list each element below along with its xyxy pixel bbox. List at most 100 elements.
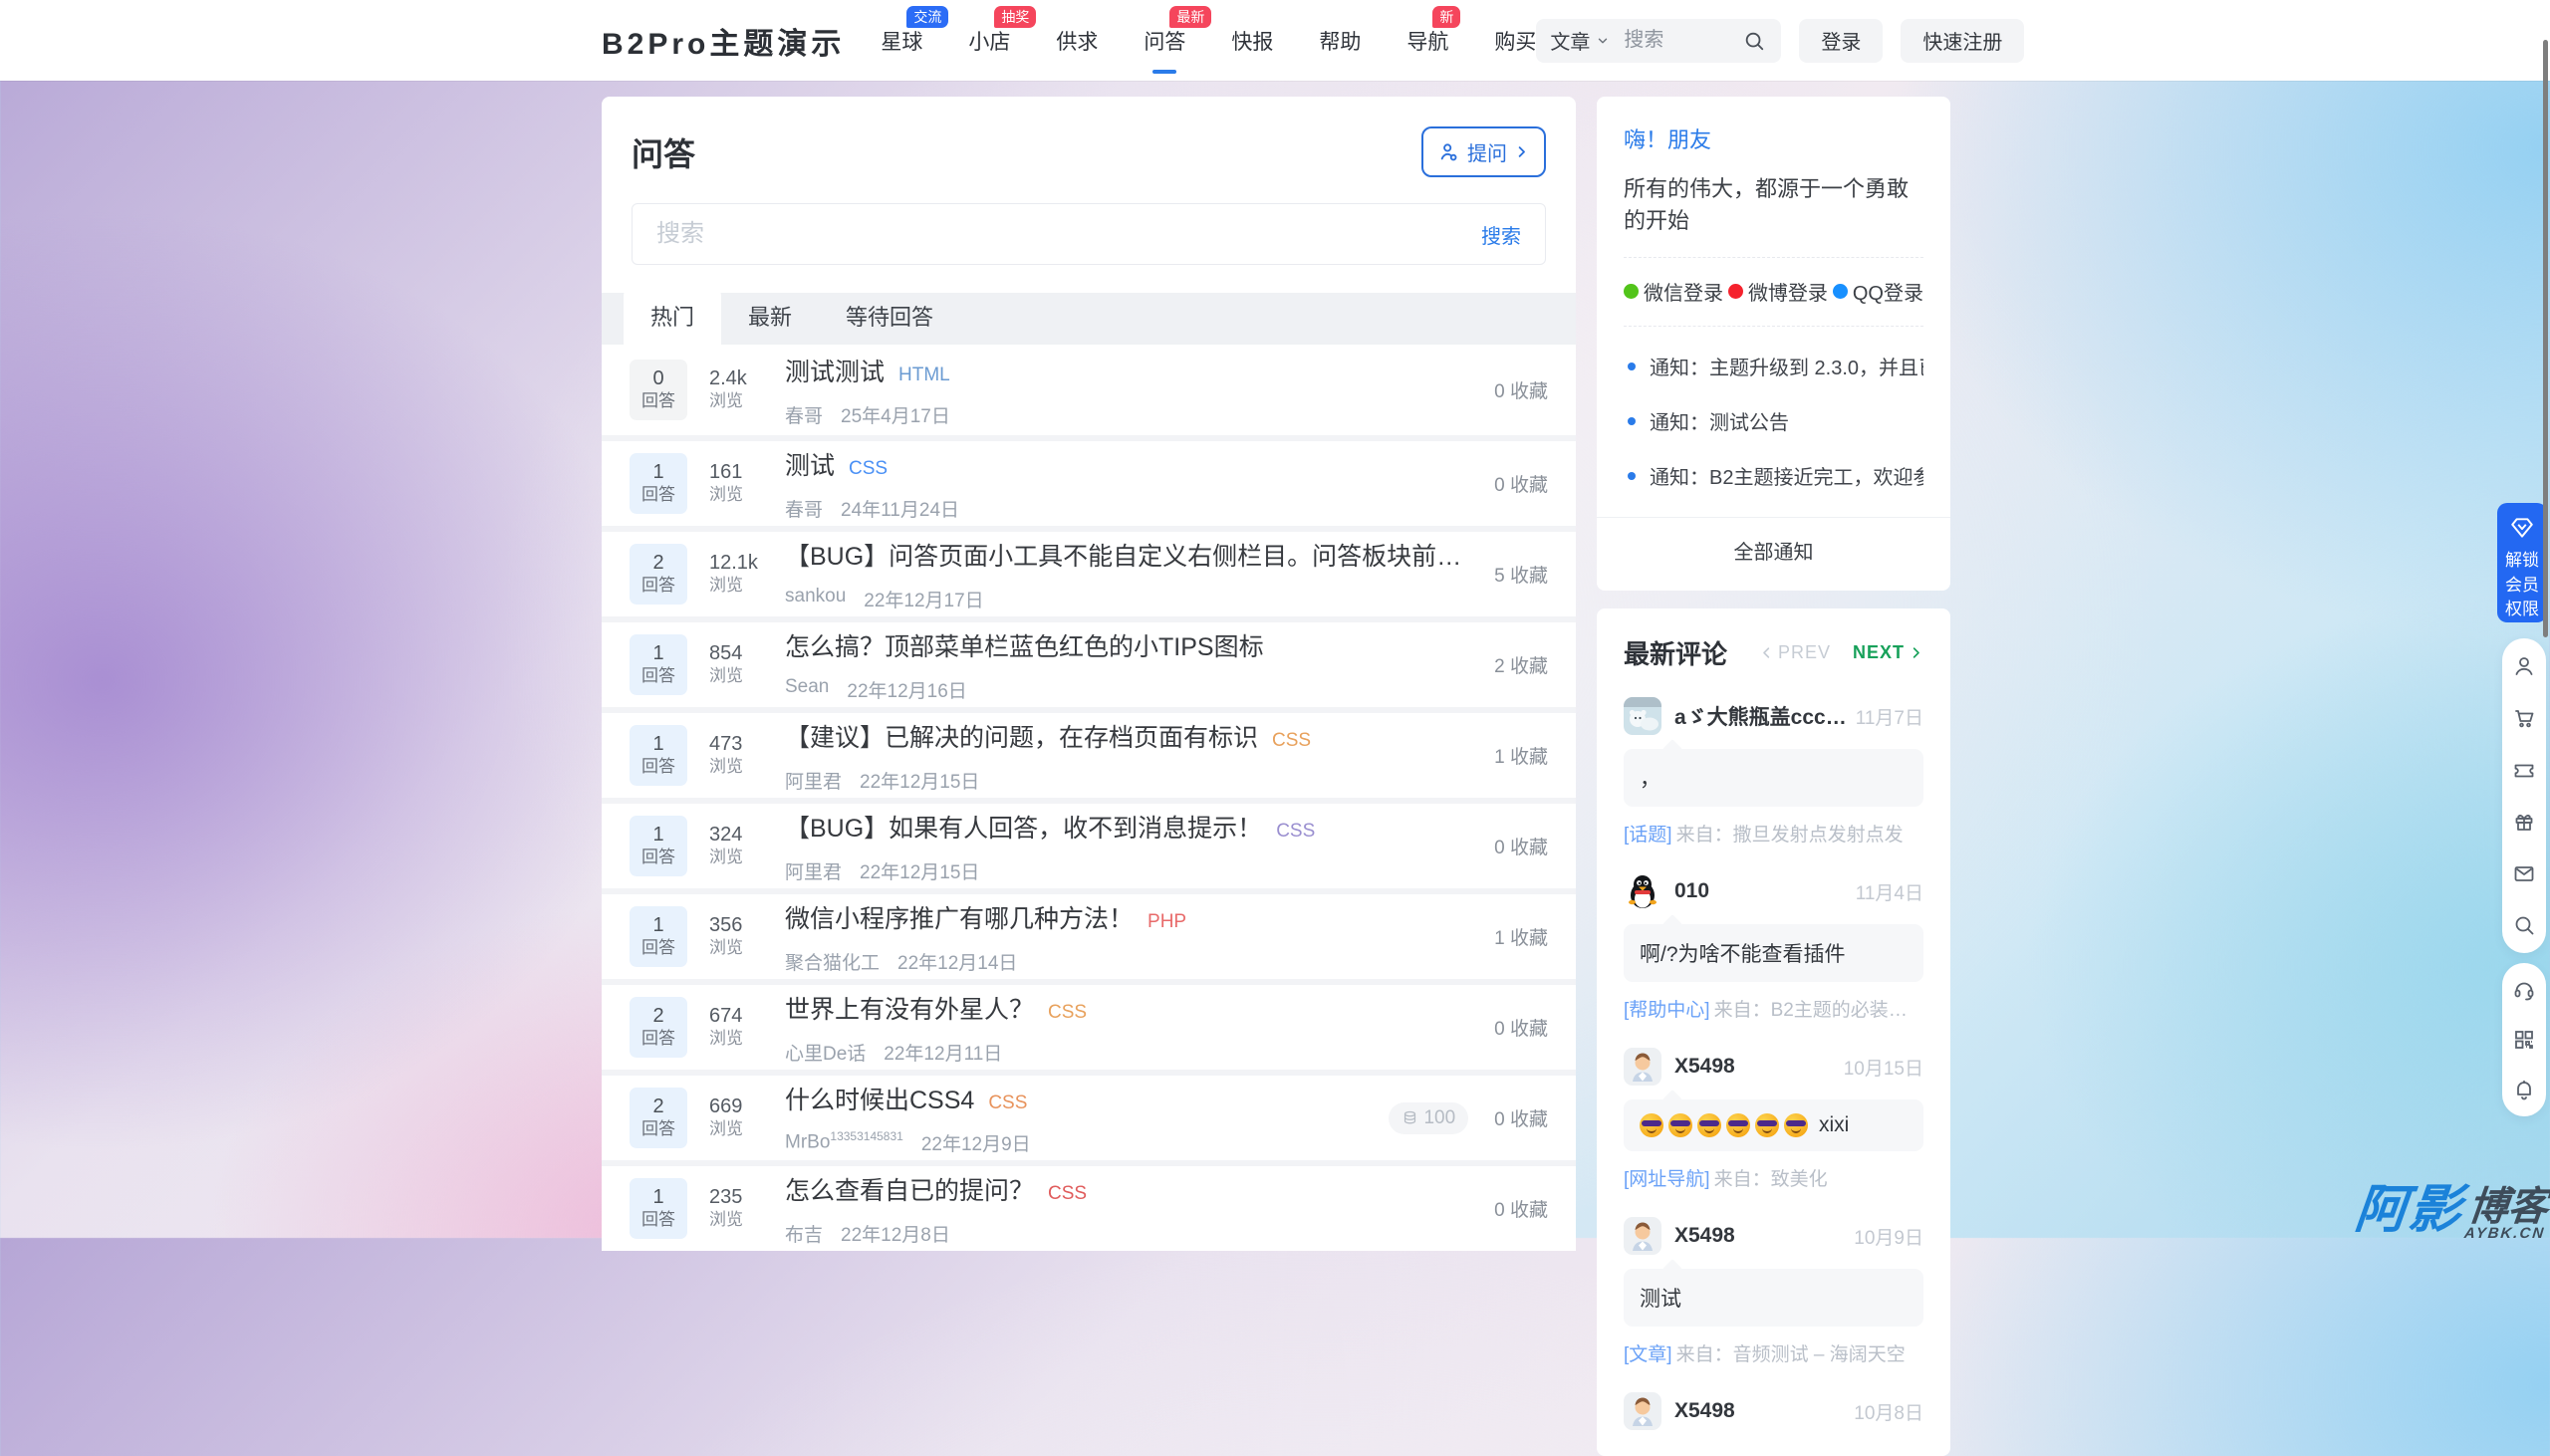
wechat-login-button[interactable]: 微信登录 bbox=[1624, 277, 1723, 306]
question-tag[interactable]: PHP bbox=[1148, 911, 1186, 933]
site-logo[interactable]: B2Pro主题演示 bbox=[602, 19, 845, 63]
comment-source-tag[interactable]: [帮助中心] bbox=[1624, 1000, 1710, 1021]
question-author[interactable]: 布吉 bbox=[785, 1220, 823, 1247]
question-author[interactable]: sankou bbox=[785, 586, 846, 612]
qrcode-icon[interactable] bbox=[2512, 1028, 2536, 1052]
avatar[interactable] bbox=[1624, 697, 1661, 735]
question-row[interactable]: 1回答 235浏览 怎么查看自已的提问？ CSS 布吉 22年12月8日 0 收… bbox=[602, 1160, 1576, 1251]
weibo-login-button[interactable]: 微博登录 bbox=[1728, 277, 1828, 306]
comment-author[interactable]: 010 bbox=[1674, 879, 1856, 903]
next-button[interactable]: NEXT bbox=[1853, 642, 1923, 663]
question-title[interactable]: 【建议】已解决的问题，在存档页面有标识 bbox=[785, 718, 1258, 754]
gift-icon[interactable] bbox=[2512, 810, 2536, 834]
question-title[interactable]: 测试 bbox=[785, 446, 835, 482]
ticket-icon[interactable] bbox=[2512, 758, 2536, 782]
question-author[interactable]: 春哥 bbox=[785, 401, 823, 428]
avatar[interactable] bbox=[1624, 1048, 1661, 1086]
nav-item-news[interactable]: 快报 bbox=[1231, 20, 1273, 62]
question-row[interactable]: 1回答 356浏览 微信小程序推广有哪几种方法！ PHP 聚合猫化工 22年12… bbox=[602, 888, 1576, 979]
question-row[interactable]: 0回答 2.4k浏览 测试测试 HTML 春哥 25年4月17日 0 收藏 bbox=[602, 345, 1576, 435]
question-title[interactable]: 【BUG】如果有人回答，收不到消息提示！ bbox=[785, 809, 1262, 845]
question-row[interactable]: 2回答 674浏览 世界上有没有外星人？ CSS 心里De话 22年12月11日… bbox=[602, 979, 1576, 1070]
tab-hot[interactable]: 热门 bbox=[624, 287, 721, 345]
question-tag[interactable]: CSS bbox=[1048, 1002, 1087, 1024]
question-tag[interactable]: HTML bbox=[898, 364, 950, 386]
question-author[interactable]: 心里De话 bbox=[785, 1039, 866, 1066]
nav-item-supply[interactable]: 供求 bbox=[1056, 20, 1098, 62]
vip-unlock-button[interactable]: 解锁 会员 权限 bbox=[2497, 503, 2547, 622]
nav-item-shop[interactable]: 小店 抽奖 bbox=[968, 20, 1010, 62]
comment-author[interactable]: aゞ大熊瓶盖ccc… bbox=[1674, 701, 1856, 731]
all-notices-link[interactable]: 全部通知 bbox=[1597, 517, 1950, 565]
user-icon[interactable] bbox=[2512, 654, 2536, 678]
comment-text[interactable]: ， bbox=[1624, 749, 1923, 807]
tab-latest[interactable]: 最新 bbox=[721, 287, 819, 345]
question-row[interactable]: 1回答 161浏览 测试 CSS 春哥 24年11月24日 0 收藏 bbox=[602, 435, 1576, 526]
question-tag[interactable]: CSS bbox=[1272, 730, 1311, 752]
question-row[interactable]: 1回答 854浏览 怎么搞？顶部菜单栏蓝色红色的小TIPS图标 Sean 22年… bbox=[602, 616, 1576, 707]
comment-text[interactable]: xixi bbox=[1624, 1099, 1923, 1151]
nav-item-buy[interactable]: 购买 bbox=[1494, 20, 1536, 62]
nav-item-help[interactable]: 帮助 bbox=[1319, 20, 1361, 62]
question-author[interactable]: 聚合猫化工 bbox=[785, 948, 880, 975]
question-title[interactable]: 微信小程序推广有哪几种方法！ bbox=[785, 899, 1134, 935]
register-button[interactable]: 快速注册 bbox=[1901, 19, 2024, 63]
comment-author[interactable]: X5498 bbox=[1674, 1224, 1854, 1248]
question-title[interactable]: 怎么查看自已的提问？ bbox=[785, 1171, 1034, 1207]
notice-item[interactable]: 通知：B2主题接近完工，欢迎参观 bbox=[1624, 448, 1923, 503]
nav-item-qa[interactable]: 问答 最新 bbox=[1144, 20, 1185, 62]
question-author[interactable]: Sean bbox=[785, 676, 829, 703]
question-title[interactable]: 【BUG】问答页面小工具不能自定义右侧栏目。问答板块前台不现实，回答不提示。所… bbox=[785, 537, 1476, 573]
comment-text[interactable]: 啊/?为啥不能查看插件 bbox=[1624, 924, 1923, 982]
comment-author[interactable]: X5498 bbox=[1674, 1399, 1854, 1423]
comment-source-tag[interactable]: [文章] bbox=[1624, 1344, 1672, 1365]
qa-search-button[interactable]: 搜索 bbox=[1457, 220, 1545, 249]
question-tag[interactable]: CSS bbox=[988, 1092, 1027, 1114]
question-row[interactable]: 2回答 669浏览 什么时候出CSS4 CSS MrBo13353145831 … bbox=[602, 1070, 1576, 1160]
question-title[interactable]: 世界上有没有外星人？ bbox=[785, 990, 1034, 1026]
ask-question-button[interactable]: 提问 bbox=[1421, 126, 1546, 177]
search-category-select[interactable]: 文章 bbox=[1550, 26, 1610, 55]
question-row[interactable]: 1回答 324浏览 【BUG】如果有人回答，收不到消息提示！ CSS 阿里君 2… bbox=[602, 798, 1576, 888]
notice-item[interactable]: 通知：主题升级到 2.3.0，并且已经改… bbox=[1624, 339, 1923, 393]
question-author[interactable]: 阿里君 bbox=[785, 857, 842, 884]
headset-icon[interactable] bbox=[2512, 978, 2536, 1002]
comment-date: 10月8日 bbox=[1854, 1398, 1923, 1425]
nav-item-planet[interactable]: 星球 交流 bbox=[881, 20, 922, 62]
chevron-right-icon bbox=[1514, 144, 1529, 159]
question-tag[interactable]: CSS bbox=[849, 458, 888, 480]
avatar[interactable] bbox=[1624, 872, 1661, 910]
login-button[interactable]: 登录 bbox=[1799, 19, 1883, 63]
navbar-search-input[interactable] bbox=[1624, 29, 1743, 52]
question-author[interactable]: MrBo13353145831 bbox=[785, 1129, 903, 1156]
page-scrollbar[interactable] bbox=[2543, 40, 2548, 637]
question-row[interactable]: 1回答 473浏览 【建议】已解决的问题，在存档页面有标识 CSS 阿里君 22… bbox=[602, 707, 1576, 798]
question-row[interactable]: 2回答 12.1k浏览 【BUG】问答页面小工具不能自定义右侧栏目。问答板块前台… bbox=[602, 526, 1576, 616]
question-date: 22年12月15日 bbox=[860, 767, 979, 794]
question-author[interactable]: 阿里君 bbox=[785, 767, 842, 794]
tab-waiting[interactable]: 等待回答 bbox=[819, 287, 960, 345]
mail-icon[interactable] bbox=[2512, 861, 2536, 885]
cart-icon[interactable] bbox=[2512, 706, 2536, 730]
search-icon[interactable] bbox=[1743, 30, 1765, 52]
qa-search-input[interactable] bbox=[633, 220, 1457, 248]
prev-button[interactable]: PREV bbox=[1759, 642, 1831, 663]
question-title[interactable]: 什么时候出CSS4 bbox=[785, 1081, 974, 1116]
search-icon[interactable] bbox=[2512, 913, 2536, 937]
nav-item-nav[interactable]: 导航 新 bbox=[1406, 20, 1448, 62]
comment-source-tag[interactable]: [网址导航] bbox=[1624, 1169, 1710, 1190]
question-author[interactable]: 春哥 bbox=[785, 495, 823, 522]
question-tag[interactable]: CSS bbox=[1276, 821, 1315, 843]
comment-author[interactable]: X5498 bbox=[1674, 1055, 1844, 1079]
question-title[interactable]: 怎么搞？顶部菜单栏蓝色红色的小TIPS图标 bbox=[785, 627, 1264, 663]
question-tag[interactable]: CSS bbox=[1048, 1183, 1087, 1205]
comment-source-tag[interactable]: [话题] bbox=[1624, 825, 1672, 846]
avatar[interactable] bbox=[1624, 1392, 1661, 1430]
avatar[interactable] bbox=[1624, 1217, 1661, 1255]
qq-login-button[interactable]: QQ登录 bbox=[1833, 277, 1923, 306]
welcome-card: 嗨！朋友 所有的伟大，都源于一个勇敢的开始 微信登录 微博登录 QQ登录 通知：… bbox=[1597, 97, 1950, 591]
notice-item[interactable]: 通知：测试公告 bbox=[1624, 393, 1923, 448]
comment-text[interactable]: 测试 bbox=[1624, 1269, 1923, 1327]
bell-icon[interactable] bbox=[2512, 1078, 2536, 1101]
question-title[interactable]: 测试测试 bbox=[785, 353, 885, 388]
